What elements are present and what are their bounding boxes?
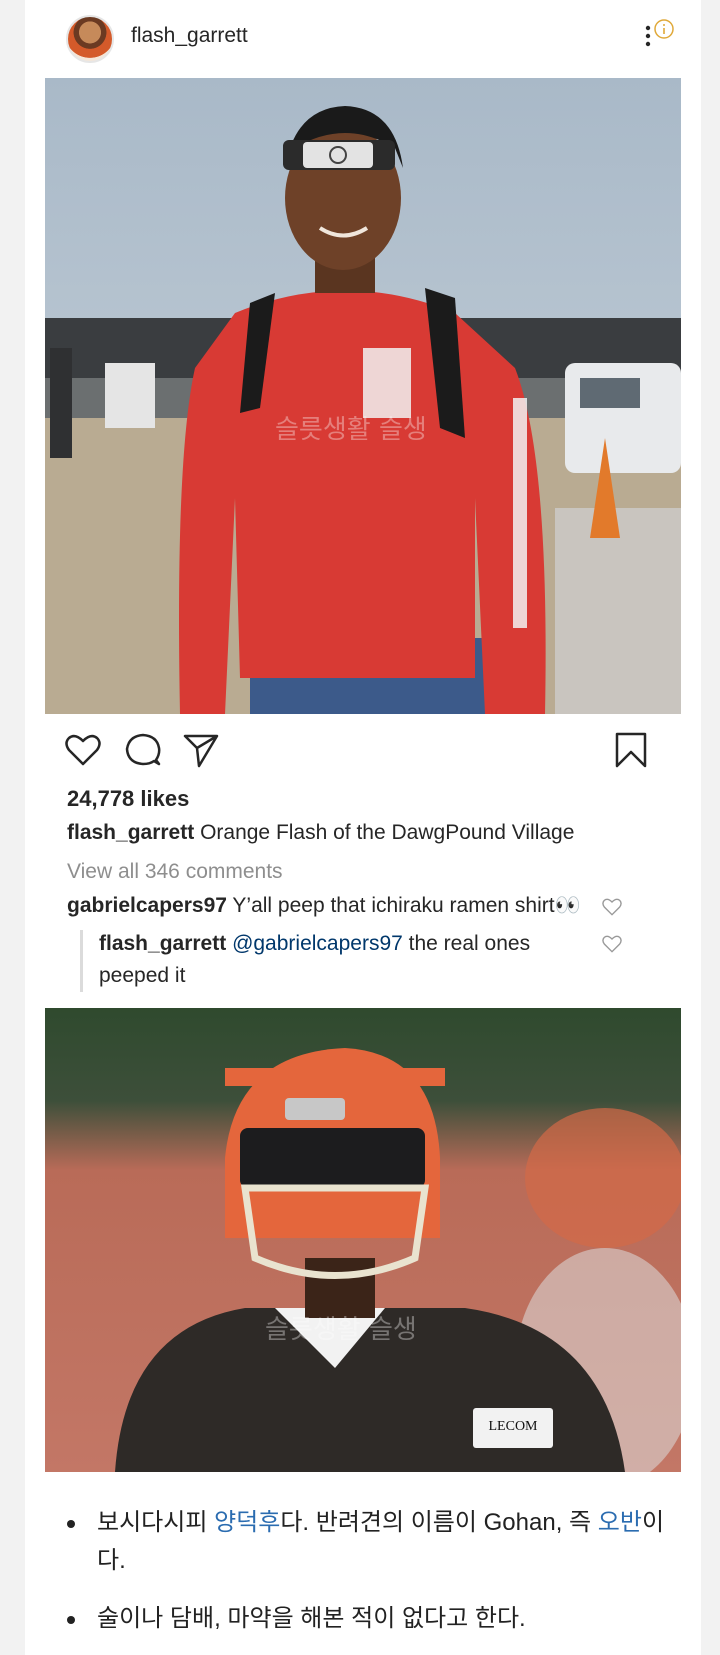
avatar[interactable] — [66, 15, 114, 63]
jersey-patch-text: LECOM — [489, 1419, 539, 1434]
info-icon — [654, 19, 674, 39]
link-oban[interactable]: 오반 — [598, 1509, 642, 1536]
bullet-text: 술이나 담배, 마약을 해본 적이 없다고 한다. — [97, 1605, 526, 1632]
bookmark-icon[interactable] — [609, 728, 653, 772]
bullet1-part-a: 보시다시피 — [97, 1509, 215, 1536]
like-count[interactable]: 24,778 likes — [67, 786, 189, 812]
post-photo-2[interactable]: LECOM 슬릇생활 슬생 — [45, 1008, 681, 1472]
reply-username[interactable]: flash_garrett — [99, 932, 226, 955]
comment-username[interactable]: gabrielcapers97 — [67, 894, 227, 917]
caption-username[interactable]: flash_garrett — [67, 821, 194, 844]
post-photo-1[interactable]: 슬릇생활 슬생 — [45, 78, 681, 714]
comment-icon[interactable] — [121, 728, 165, 772]
bullet1-part-b: 다. 반려견의 이름이 Gohan, 즉 — [280, 1509, 598, 1536]
comment-item: gabrielcapers97 Y’all peep that ichiraku… — [67, 890, 647, 922]
post-caption: flash_garrett Orange Flash of the DawgPo… — [67, 821, 574, 845]
more-icon[interactable] — [639, 18, 679, 54]
post-username[interactable]: flash_garrett — [131, 24, 248, 48]
share-icon[interactable] — [179, 728, 223, 772]
comment-text: Y’all peep that ichiraku ramen shirt👀 — [232, 894, 581, 917]
comment-like-heart-icon[interactable] — [601, 896, 623, 918]
view-all-comments-link[interactable]: View all 346 comments — [67, 860, 283, 884]
bullet-dot-icon — [67, 1616, 75, 1624]
post-header: flash_garrett — [25, 0, 701, 76]
reply-mention[interactable]: @gabrielcapers97 — [232, 932, 403, 955]
action-bar — [25, 720, 701, 784]
reply-like-heart-icon[interactable] — [601, 933, 623, 955]
bullet-text: 보시다시피 양덕후다. 반려견의 이름이 Gohan, 즉 오반이다. — [97, 1504, 677, 1580]
photo-watermark: 슬릇생활 슬생 — [265, 1315, 417, 1345]
link-yangdeokhu[interactable]: 양덕후 — [214, 1509, 280, 1536]
reply-thread-line — [80, 930, 83, 992]
reply-item: flash_garrett @gabrielcapers97 the real … — [99, 928, 579, 992]
heart-icon[interactable] — [61, 728, 105, 772]
bullet-dot-icon — [67, 1520, 75, 1528]
instagram-post-card: flash_garrett 슬릇생활 슬생 24,778 likes flash… — [25, 0, 701, 1655]
caption-text: Orange Flash of the DawgPound Village — [200, 821, 575, 844]
photo-watermark: 슬릇생활 슬생 — [275, 415, 427, 445]
